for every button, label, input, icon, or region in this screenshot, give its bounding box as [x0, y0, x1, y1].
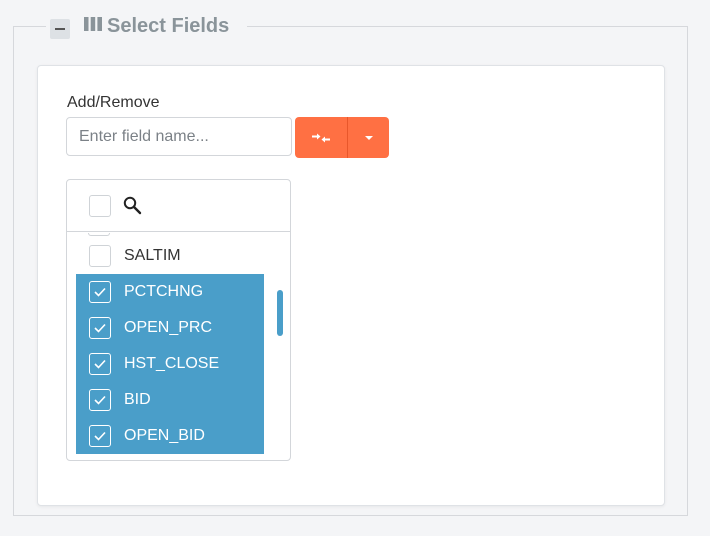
fields-panel: Add/Remove SALTIM — [37, 65, 665, 506]
item-label: PCTCHNG — [124, 283, 204, 300]
list-item[interactable]: BID — [76, 382, 264, 418]
item-label: BID — [124, 391, 151, 408]
item-checkbox[interactable] — [89, 353, 111, 375]
item-checkbox[interactable] — [89, 425, 111, 447]
list-item[interactable]: HST_CLOSE — [76, 346, 264, 382]
check-icon — [94, 431, 106, 441]
field-list-body: SALTIM PCTCHNG OPEN_PRC HST_CLOSE BID OP… — [67, 233, 290, 460]
select-all-checkbox[interactable] — [89, 194, 111, 217]
list-item[interactable]: OPEN_BID — [76, 418, 264, 454]
item-label: OPEN_BID — [124, 427, 205, 444]
section-legend: Select Fields — [46, 8, 248, 44]
section-heading: Select Fields — [84, 15, 229, 38]
item-label: OPEN_PRC — [124, 319, 213, 336]
item-label: SALTIM — [124, 247, 181, 264]
list-scrollbar[interactable] — [277, 290, 283, 336]
search-icon[interactable] — [123, 196, 142, 215]
add-remove-label: Add/Remove — [67, 94, 160, 111]
item-checkbox[interactable] — [89, 281, 111, 303]
check-icon — [94, 359, 106, 369]
list-item[interactable]: PCTCHNG — [76, 274, 264, 310]
check-icon — [94, 287, 106, 297]
swap-arrows-icon — [312, 133, 330, 142]
item-checkbox[interactable] — [89, 245, 111, 267]
item-label: HST_CLOSE — [124, 355, 220, 372]
check-icon — [94, 323, 106, 333]
check-icon — [94, 395, 106, 405]
collapse-button[interactable] — [50, 19, 70, 39]
dropdown-toggle-button[interactable] — [347, 117, 389, 158]
columns-icon — [84, 17, 102, 31]
add-remove-button-group — [295, 117, 389, 158]
list-item[interactable]: SALTIM — [76, 238, 264, 274]
list-item[interactable]: OPEN_PRC — [76, 310, 264, 346]
caret-down-icon — [364, 135, 373, 140]
field-name-input[interactable] — [66, 117, 292, 156]
item-checkbox[interactable] — [89, 317, 111, 339]
field-list-header — [67, 180, 290, 232]
item-checkbox[interactable] — [89, 389, 111, 411]
minus-icon — [55, 28, 65, 30]
swap-fields-button[interactable] — [295, 117, 347, 158]
section-title: Select Fields — [107, 14, 230, 37]
partial-checkbox — [88, 233, 110, 236]
field-list: SALTIM PCTCHNG OPEN_PRC HST_CLOSE BID OP… — [66, 179, 291, 461]
